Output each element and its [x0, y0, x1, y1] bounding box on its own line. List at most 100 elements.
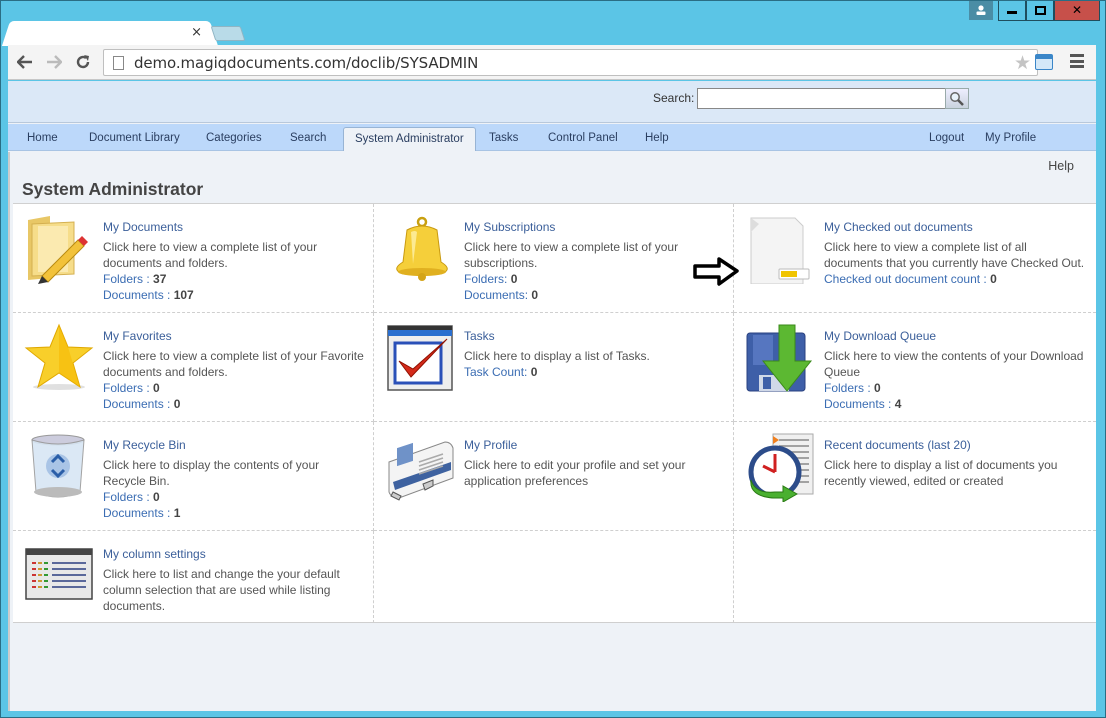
tile-stat-documents: Documents : 107: [103, 287, 365, 303]
tile-my-download-queue[interactable]: My Download Queue Click here to view the…: [734, 313, 1096, 422]
nav-help[interactable]: Help: [645, 132, 669, 144]
tile-description: Click here to display a list of document…: [824, 458, 1058, 488]
tile-stat-documents: Documents : 0: [103, 396, 365, 412]
minimize-icon: [1007, 11, 1017, 14]
stat-value: 0: [531, 288, 539, 302]
tile-stat-folders: Folders : 0: [103, 380, 365, 396]
tile-stat-documents: Documents : 1: [103, 505, 365, 521]
tile-title[interactable]: My Favorites: [103, 328, 365, 344]
tile-title[interactable]: My Documents: [103, 219, 365, 235]
tile-my-profile[interactable]: My Profile Click here to edit your profi…: [374, 422, 734, 531]
stat-label: Checked out document count :: [824, 272, 991, 286]
bell-icon: [396, 216, 448, 281]
tile-my-subscriptions[interactable]: My Subscriptions Click here to view a co…: [374, 204, 734, 313]
tab-title: [24, 27, 184, 39]
tab-close-icon[interactable]: ×: [191, 25, 202, 41]
browser-menu-icon[interactable]: [1070, 54, 1084, 68]
recent-clock-icon: [748, 433, 814, 502]
tile-title[interactable]: My Subscriptions: [464, 219, 725, 235]
stat-label: Folders :: [824, 381, 875, 395]
reload-icon: [76, 55, 90, 69]
url-text: demo.magiqdocuments.com/doclib/SYSADMIN: [134, 54, 479, 72]
address-bar[interactable]: demo.magiqdocuments.com/doclib/SYSADMIN …: [103, 49, 1038, 76]
tile-my-documents[interactable]: My Documents Click here to view a comple…: [13, 204, 374, 313]
tile-description: Click here to view a complete list of al…: [824, 240, 1085, 270]
stat-value: 0: [990, 272, 997, 286]
nav-system-administrator[interactable]: System Administrator: [343, 127, 476, 151]
extension-icon[interactable]: [1035, 54, 1053, 70]
stat-label: Folders :: [103, 381, 154, 395]
nav-search[interactable]: Search: [290, 132, 326, 144]
nav-tasks[interactable]: Tasks: [489, 132, 518, 144]
search-input[interactable]: [697, 88, 946, 109]
tile-title[interactable]: My Checked out documents: [824, 219, 1088, 235]
stat-label: Folders:: [464, 272, 511, 286]
nav-logout[interactable]: Logout: [929, 132, 964, 144]
nav-document-library[interactable]: Document Library: [89, 132, 180, 144]
tile-my-favorites[interactable]: My Favorites Click here to view a comple…: [13, 313, 374, 422]
profile-card-icon: [388, 441, 454, 501]
checked-out-document-icon: [750, 217, 810, 284]
help-link[interactable]: Help: [1048, 159, 1074, 173]
tile-my-column-settings[interactable]: My column settings Click here to list an…: [13, 531, 374, 623]
tile-title[interactable]: My Recycle Bin: [103, 437, 365, 453]
tile-title[interactable]: Recent documents (last 20): [824, 437, 1088, 453]
tile-stat-documents: Documents : 4: [824, 396, 1088, 412]
tile-title[interactable]: My column settings: [103, 546, 365, 562]
tile-description: Click here to display a list of Tasks.: [464, 349, 650, 363]
tile-title[interactable]: My Profile: [464, 437, 725, 453]
arrow-right-icon: [693, 257, 739, 286]
new-tab-button[interactable]: [210, 26, 246, 41]
tile-description: Click here to view a complete list of yo…: [103, 240, 318, 270]
tile-description: Click here to view a complete list of yo…: [103, 349, 364, 379]
minimize-button[interactable]: [998, 0, 1026, 21]
stat-value: 0: [874, 381, 881, 395]
task-checkbox-icon: [387, 325, 453, 391]
folder-pencil-icon: [28, 216, 88, 284]
content-area: Help System Administrator My Documents C…: [8, 152, 1096, 711]
close-icon: ✕: [1071, 3, 1083, 17]
stat-label: Documents:: [464, 288, 532, 302]
back-button[interactable]: [14, 51, 36, 73]
tile-description: Click here to display the contents of yo…: [103, 458, 320, 488]
recycle-bin-icon: [31, 434, 85, 498]
download-floppy-icon: [746, 324, 813, 392]
user-profile-button[interactable]: [969, 0, 993, 20]
tile-empty: [374, 531, 734, 623]
stat-label: Folders :: [103, 490, 154, 504]
column-settings-icon: [25, 548, 93, 600]
header-band: Search:: [8, 81, 1096, 123]
tile-my-checked-out-documents[interactable]: My Checked out documents Click here to v…: [734, 204, 1096, 313]
tile-stat-task-count: Task Count: 0: [464, 364, 725, 380]
nav-control-panel[interactable]: Control Panel: [548, 132, 618, 144]
stat-value: 1: [173, 506, 181, 520]
search-button[interactable]: [945, 88, 969, 109]
tile-recent-documents[interactable]: Recent documents (last 20) Click here to…: [734, 422, 1096, 531]
stat-value: 107: [173, 288, 194, 302]
tile-stat-folders: Folders : 37: [103, 271, 365, 287]
browser-toolbar: demo.magiqdocuments.com/doclib/SYSADMIN …: [8, 45, 1096, 80]
tile-description: Click here to view the contents of your …: [824, 349, 1084, 379]
tile-title[interactable]: My Download Queue: [824, 328, 1088, 344]
reload-button[interactable]: [72, 51, 94, 73]
nav-categories[interactable]: Categories: [206, 132, 262, 144]
stat-label: Task Count:: [464, 365, 531, 379]
forward-button[interactable]: [43, 51, 65, 73]
web-page: Search: Home Document Library Categories…: [8, 81, 1096, 711]
close-window-button[interactable]: ✕: [1054, 0, 1100, 21]
tile-tasks[interactable]: Tasks Click here to display a list of Ta…: [374, 313, 734, 422]
stat-value: 0: [173, 397, 181, 411]
nav-my-profile[interactable]: My Profile: [985, 132, 1036, 144]
tile-stat-folders: Folders: 0: [464, 271, 725, 287]
stat-value: 0: [153, 490, 160, 504]
back-arrow-icon: [17, 55, 32, 69]
tile-title[interactable]: Tasks: [464, 328, 725, 344]
tile-my-recycle-bin[interactable]: My Recycle Bin Click here to display the…: [13, 422, 374, 531]
stat-value: 0: [153, 381, 160, 395]
bookmark-star-icon[interactable]: ★: [1014, 52, 1031, 74]
stat-label: Documents :: [824, 397, 895, 411]
maximize-button[interactable]: [1026, 0, 1054, 21]
nav-home[interactable]: Home: [27, 132, 58, 144]
browser-tab-active[interactable]: ×: [12, 21, 208, 46]
main-nav: Home Document Library Categories Search …: [8, 124, 1096, 151]
